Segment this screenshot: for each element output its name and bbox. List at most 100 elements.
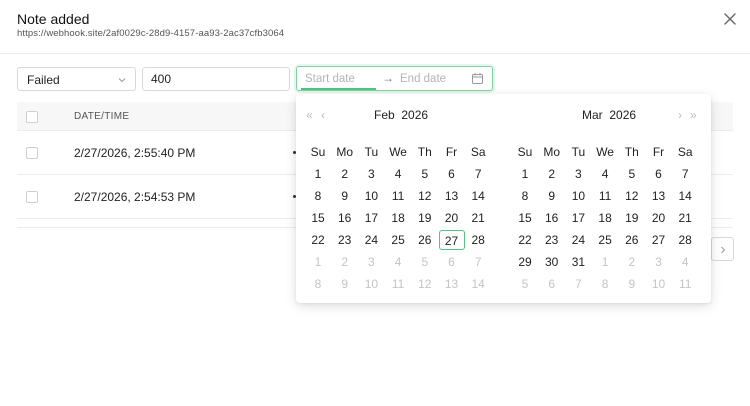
calendar-day-outside[interactable]: 12 [412,274,438,294]
calendar-day[interactable]: 14 [465,186,491,206]
prev-month-button[interactable]: ‹ [321,109,325,121]
left-month-label[interactable]: Feb 2026 [374,108,428,122]
pagination-next-button[interactable] [711,237,734,261]
calendar-day[interactable]: 20 [646,208,672,228]
calendar-day-outside[interactable]: 5 [512,274,538,294]
calendar-day-outside[interactable]: 8 [305,274,331,294]
calendar-day[interactable]: 26 [619,230,645,250]
calendar-day-outside[interactable]: 9 [619,274,645,294]
calendar-day-outside[interactable]: 10 [358,274,384,294]
calendar-day[interactable]: 23 [539,230,565,250]
calendar-day[interactable]: 12 [412,186,438,206]
calendar-day-outside[interactable]: 14 [465,274,491,294]
calendar-day[interactable]: 4 [385,164,411,184]
calendar-day[interactable]: 9 [332,186,358,206]
left-month[interactable]: Feb [374,108,395,122]
right-month-label[interactable]: Mar 2026 [582,108,636,122]
calendar-day-outside[interactable]: 5 [412,252,438,272]
calendar-day-outside[interactable]: 6 [439,252,465,272]
calendar-day[interactable]: 13 [646,186,672,206]
calendar-day[interactable]: 29 [512,252,538,272]
calendar-day-outside[interactable]: 7 [565,274,591,294]
calendar-day-outside[interactable]: 9 [332,274,358,294]
calendar-day[interactable]: 24 [358,230,384,250]
next-year-button[interactable]: » [690,109,697,121]
calendar-day-outside[interactable]: 3 [646,252,672,272]
calendar-day-outside[interactable]: 4 [672,252,698,272]
calendar-day[interactable]: 15 [305,208,331,228]
calendar-day[interactable]: 12 [619,186,645,206]
calendar-day[interactable]: 25 [592,230,618,250]
calendar-day[interactable]: 1 [512,164,538,184]
select-all-checkbox[interactable] [26,111,38,123]
calendar-day[interactable]: 4 [592,164,618,184]
calendar-day[interactable]: 11 [385,186,411,206]
end-date-input[interactable]: End date [400,73,446,85]
calendar-day[interactable]: 19 [619,208,645,228]
calendar-day[interactable]: 7 [672,164,698,184]
calendar-day[interactable]: 5 [619,164,645,184]
calendar-day[interactable]: 24 [565,230,591,250]
date-range-picker[interactable]: Start date → End date [296,66,493,91]
calendar-day[interactable]: 5 [412,164,438,184]
calendar-day[interactable]: 8 [305,186,331,206]
row-checkbox[interactable] [26,147,38,159]
calendar-day-outside[interactable]: 2 [332,252,358,272]
calendar-day[interactable]: 3 [565,164,591,184]
calendar-day[interactable]: 31 [565,252,591,272]
calendar-day[interactable]: 11 [592,186,618,206]
calendar-day-outside[interactable]: 3 [358,252,384,272]
calendar-day[interactable]: 6 [439,164,465,184]
calendar-day[interactable]: 19 [412,208,438,228]
calendar-day[interactable]: 23 [332,230,358,250]
calendar-day[interactable]: 2 [539,164,565,184]
calendar-day[interactable]: 20 [439,208,465,228]
calendar-day[interactable]: 18 [592,208,618,228]
calendar-day-outside[interactable]: 8 [592,274,618,294]
calendar-day-outside[interactable]: 13 [439,274,465,294]
calendar-day[interactable]: 10 [358,186,384,206]
calendar-day[interactable]: 2 [332,164,358,184]
calendar-day[interactable]: 21 [465,208,491,228]
calendar-day[interactable]: 28 [672,230,698,250]
calendar-day[interactable]: 3 [358,164,384,184]
calendar-day-outside[interactable]: 1 [592,252,618,272]
right-year[interactable]: 2026 [609,108,636,122]
calendar-day-outside[interactable]: 1 [305,252,331,272]
calendar-day-outside[interactable]: 6 [539,274,565,294]
prev-year-button[interactable]: « [306,109,313,121]
calendar-day[interactable]: 16 [332,208,358,228]
start-date-input[interactable]: Start date [305,73,355,85]
calendar-day[interactable]: 15 [512,208,538,228]
status-select[interactable]: Failed [17,67,136,91]
left-year[interactable]: 2026 [401,108,428,122]
calendar-day[interactable]: 6 [646,164,672,184]
row-checkbox[interactable] [26,191,38,203]
right-month[interactable]: Mar [582,108,603,122]
calendar-day-outside[interactable]: 11 [672,274,698,294]
calendar-day[interactable]: 9 [539,186,565,206]
calendar-day[interactable]: 10 [565,186,591,206]
calendar-day[interactable]: 7 [465,164,491,184]
next-month-button[interactable]: › [678,109,682,121]
calendar-day[interactable]: 13 [439,186,465,206]
calendar-day[interactable]: 18 [385,208,411,228]
calendar-day[interactable]: 16 [539,208,565,228]
calendar-day[interactable]: 1 [305,164,331,184]
calendar-day[interactable]: 28 [465,230,491,250]
calendar-day[interactable]: 26 [412,230,438,250]
calendar-day[interactable]: 17 [358,208,384,228]
calendar-day-outside[interactable]: 10 [646,274,672,294]
calendar-day-today[interactable]: 27 [438,230,465,250]
calendar-day[interactable]: 8 [512,186,538,206]
calendar-day-outside[interactable]: 4 [385,252,411,272]
calendar-day-outside[interactable]: 2 [619,252,645,272]
calendar-day[interactable]: 22 [305,230,331,250]
calendar-day-outside[interactable]: 11 [385,274,411,294]
close-button[interactable] [722,11,738,27]
calendar-day[interactable]: 21 [672,208,698,228]
status-code-input[interactable] [142,67,290,91]
calendar-day[interactable]: 27 [646,230,672,250]
calendar-day[interactable]: 14 [672,186,698,206]
calendar-day-outside[interactable]: 7 [465,252,491,272]
